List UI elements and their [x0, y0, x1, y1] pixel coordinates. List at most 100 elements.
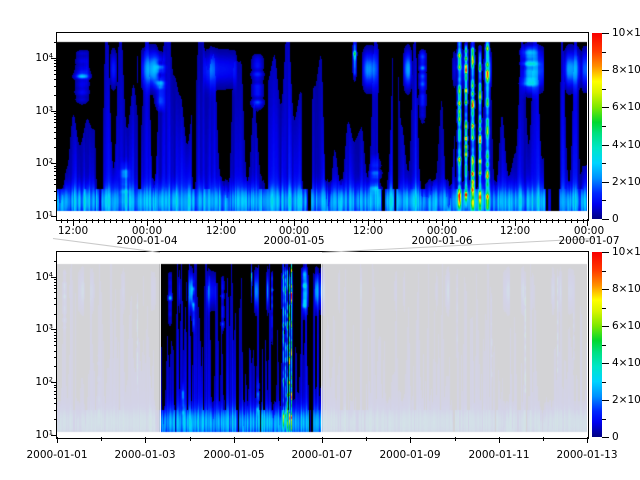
top-x-minor-tick: [104, 219, 105, 223]
top-y-minor-tick: [54, 63, 57, 64]
top-x-minor-tick: [380, 219, 381, 223]
top-y-minor-tick: [54, 86, 57, 87]
top-x-minor-tick: [405, 219, 406, 223]
top-x-minor-tick: [122, 219, 123, 223]
bottom-x-minor-tick: [366, 437, 367, 441]
top-y-minor-tick: [54, 95, 57, 96]
top-x-minor-tick: [313, 219, 314, 223]
top-y-minor-tick: [54, 147, 57, 148]
top-y-minor-tick: [54, 138, 57, 139]
top-x-minor-tick: [307, 219, 308, 223]
top-y-minor-tick: [54, 179, 57, 180]
top-x-minor-tick: [448, 219, 449, 223]
top-colorbar-major-tick: [602, 107, 609, 108]
top-x-minor-tick: [509, 219, 510, 223]
bottom-colorbar-tick-label: 10×10⁷: [612, 246, 640, 258]
top-x-minor-tick: [577, 219, 578, 223]
top-x-minor-tick: [178, 219, 179, 223]
top-y-minor-tick: [54, 122, 57, 123]
top-x-minor-tick: [270, 219, 271, 223]
top-x-minor-tick: [202, 219, 203, 223]
bottom-x-tick-date-label: 2000-01-07: [287, 450, 357, 460]
bottom-y-minor-tick: [54, 410, 57, 411]
bottom-x-major-tick: [587, 437, 588, 443]
top-x-minor-tick: [172, 219, 173, 223]
bottom-y-minor-tick: [54, 341, 57, 342]
bottom-y-minor-tick: [54, 403, 57, 404]
top-y-tick-label: 10⁴: [21, 52, 53, 64]
bottom-colorbar-major-tick: [602, 289, 609, 290]
top-x-minor-tick: [454, 219, 455, 223]
top-x-minor-tick: [528, 219, 529, 223]
top-y-minor-tick: [54, 171, 57, 172]
top-x-minor-tick: [423, 219, 424, 223]
bottom-spectrogram-heatmap: [57, 252, 587, 437]
bottom-y-minor-tick: [54, 357, 57, 358]
bottom-y-minor-tick: [54, 387, 57, 388]
bottom-colorbar-major-tick: [602, 400, 609, 401]
bottom-colorbar-tick-label: 0: [612, 431, 619, 443]
top-x-minor-tick: [343, 219, 344, 223]
spectrogram-figure: 12:0000:002000-01-0412:0000:002000-01-05…: [0, 0, 640, 480]
top-x-minor-tick: [239, 219, 240, 223]
bottom-x-major-tick: [57, 437, 58, 443]
top-x-tick-time-label: 12:00: [498, 226, 532, 236]
top-colorbar-tick-label: 2×10⁷: [612, 176, 640, 188]
bottom-y-minor-tick: [54, 282, 57, 283]
bottom-colorbar-minor-tick: [602, 382, 606, 383]
bottom-y-minor-tick: [54, 288, 57, 289]
top-x-minor-tick: [319, 219, 320, 223]
top-x-minor-tick: [282, 219, 283, 223]
top-y-minor-tick: [54, 168, 57, 169]
bottom-colorbar-major-tick: [602, 252, 609, 253]
top-spectrogram-heatmap: [57, 33, 587, 219]
top-x-minor-tick: [436, 219, 437, 223]
top-colorbar-tick-label: 0: [612, 213, 619, 225]
top-x-minor-tick: [153, 219, 154, 223]
top-y-minor-tick: [54, 79, 57, 80]
top-x-minor-tick: [411, 219, 412, 223]
top-x-minor-tick: [534, 219, 535, 223]
bottom-y-minor-tick: [54, 285, 57, 286]
top-colorbar-major-tick: [602, 182, 609, 183]
bottom-y-minor-tick: [54, 419, 57, 420]
bottom-y-minor-tick: [54, 292, 57, 293]
bottom-x-major-tick: [145, 437, 146, 443]
top-colorbar-minor-tick: [602, 200, 606, 201]
top-x-minor-tick: [356, 219, 357, 223]
bottom-y-tick-label: 10³: [21, 323, 53, 335]
top-y-minor-tick: [54, 42, 57, 43]
top-x-minor-tick: [276, 219, 277, 223]
top-x-minor-tick: [196, 219, 197, 223]
bottom-colorbar-minor-tick: [602, 308, 606, 309]
top-x-minor-tick: [503, 219, 504, 223]
top-y-minor-tick: [54, 175, 57, 176]
top-x-minor-tick: [429, 219, 430, 223]
bottom-y-minor-tick: [54, 332, 57, 333]
bottom-colorbar-tick-label: 6×10⁷: [612, 320, 640, 332]
top-x-minor-tick: [245, 219, 246, 223]
bottom-colorbar-tick-label: 8×10⁷: [612, 283, 640, 295]
top-x-minor-tick: [233, 219, 234, 223]
top-x-tick-date-label: 2000-01-05: [259, 236, 329, 246]
bottom-x-minor-tick: [101, 437, 102, 441]
top-x-minor-tick: [301, 219, 302, 223]
bottom-x-tick-date-label: 2000-01-13: [552, 450, 622, 460]
top-x-minor-tick: [393, 219, 394, 223]
top-y-minor-tick: [54, 132, 57, 133]
top-colorbar-minor-tick: [602, 126, 606, 127]
bottom-y-minor-tick: [54, 345, 57, 346]
top-x-minor-tick: [583, 219, 584, 223]
top-y-tick-label: 10³: [21, 105, 53, 117]
top-x-tick-time-label: 12:00: [204, 226, 238, 236]
top-x-minor-tick: [165, 219, 166, 223]
top-x-minor-tick: [86, 219, 87, 223]
top-x-minor-tick: [466, 219, 467, 223]
top-colorbar-major-tick: [602, 145, 609, 146]
top-x-minor-tick: [61, 219, 62, 223]
top-x-minor-tick: [571, 219, 572, 223]
top-x-minor-tick: [141, 219, 142, 223]
zoom-selection-box[interactable]: [160, 252, 322, 436]
top-x-minor-tick: [215, 219, 216, 223]
bottom-colorbar-minor-tick: [602, 271, 606, 272]
